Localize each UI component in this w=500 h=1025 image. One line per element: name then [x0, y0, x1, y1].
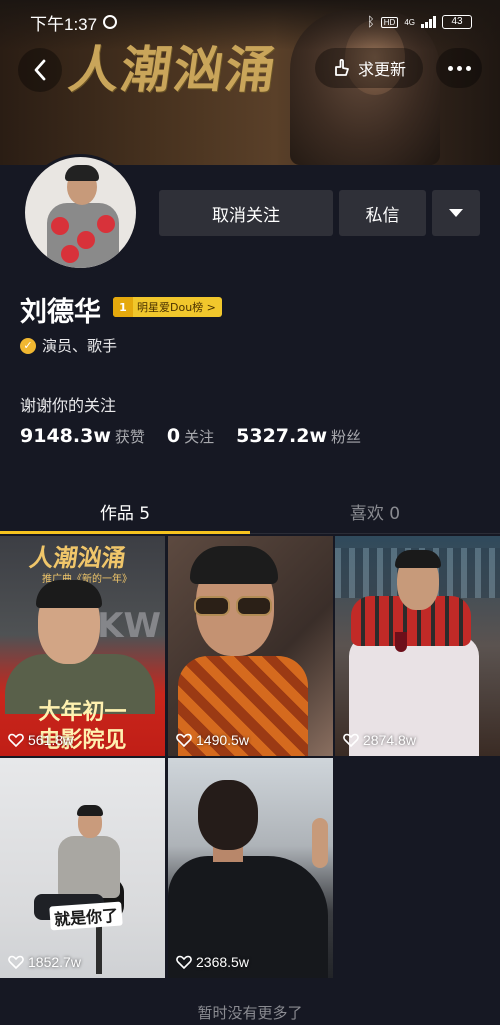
alarm-icon	[103, 15, 118, 29]
video-thumbnail[interactable]: 2874.8w	[335, 536, 500, 756]
battery-icon: 43	[442, 15, 472, 29]
tab-likes[interactable]: 喜欢 0	[250, 490, 500, 533]
recommend-dropdown-button[interactable]	[432, 190, 480, 236]
followers-stat[interactable]: 5327.2w 粉丝	[236, 425, 361, 447]
video-likes: 561.8w	[8, 732, 73, 748]
profile-stats: 9148.3w 获赞 0 关注 5327.2w 粉丝	[20, 425, 383, 447]
poster-mark: KW	[97, 606, 161, 646]
poster-title: 人潮汹涌	[27, 543, 128, 572]
no-more-text: 暂时没有更多了	[197, 1004, 303, 1022]
hd-icon: HD	[380, 16, 399, 28]
request-update-button[interactable]: 求更新	[315, 48, 423, 88]
video-likes: 1852.7w	[8, 954, 81, 970]
rank-badge[interactable]: 1 明星爱Dou榜 >	[113, 297, 222, 317]
status-bar: 下午1:37 ᛒ HD 4G 43	[30, 10, 472, 34]
video-likes: 2368.5w	[176, 954, 249, 970]
verification-text: 演员、歌手	[42, 337, 118, 355]
network-icon: 4G	[404, 17, 415, 27]
rank-number: 1	[113, 297, 133, 317]
likes-stat[interactable]: 9148.3w 获赞	[20, 425, 145, 447]
rank-label: 明星爱Dou榜 >	[137, 301, 216, 314]
more-button[interactable]	[436, 48, 482, 88]
hand-point-icon	[335, 58, 349, 76]
banner-title: 人潮汹涌	[65, 40, 282, 99]
video-thumbnail[interactable]: 就是你了 1852.7w	[0, 758, 165, 978]
following-stat[interactable]: 0 关注	[167, 425, 214, 447]
video-thumbnail[interactable]: 2368.5w	[168, 758, 333, 978]
message-button[interactable]: 私信	[339, 190, 426, 236]
caret-down-icon	[449, 209, 463, 217]
bluetooth-icon: ᛒ	[366, 14, 375, 30]
wine-glass	[395, 632, 407, 652]
avatar[interactable]	[22, 154, 139, 271]
video-likes: 1490.5w	[176, 732, 249, 748]
video-thumbnail[interactable]: 1490.5w	[168, 536, 333, 756]
tab-works[interactable]: 作品 5	[0, 490, 250, 534]
profile-name: 刘德华	[20, 297, 101, 328]
video-thumbnail[interactable]: 人潮汹涌 推广曲《新的一年》 KW 大年初一 电影院见 561.8w	[0, 536, 165, 756]
video-caption: 就是你了	[49, 901, 123, 931]
more-dots-icon	[447, 65, 453, 71]
video-likes: 2874.8w	[343, 732, 416, 748]
sunglasses	[194, 596, 276, 618]
heart-icon	[343, 733, 359, 747]
profile-bio: 谢谢你的关注	[20, 396, 117, 415]
request-update-label: 求更新	[357, 60, 406, 79]
unfollow-button[interactable]: 取消关注	[159, 190, 333, 236]
content-tabs: 作品 5 喜欢 0	[0, 490, 500, 534]
heart-icon	[8, 733, 24, 747]
verified-check-icon: ✓	[20, 337, 36, 354]
heart-icon	[176, 733, 192, 747]
status-time: 下午1:37	[30, 14, 98, 34]
chevron-left-icon	[34, 59, 46, 81]
heart-icon	[8, 955, 24, 969]
back-button[interactable]	[18, 48, 62, 92]
heart-icon	[176, 955, 192, 969]
signal-icon	[421, 16, 436, 28]
verification-row: ✓ 演员、歌手	[20, 335, 117, 356]
